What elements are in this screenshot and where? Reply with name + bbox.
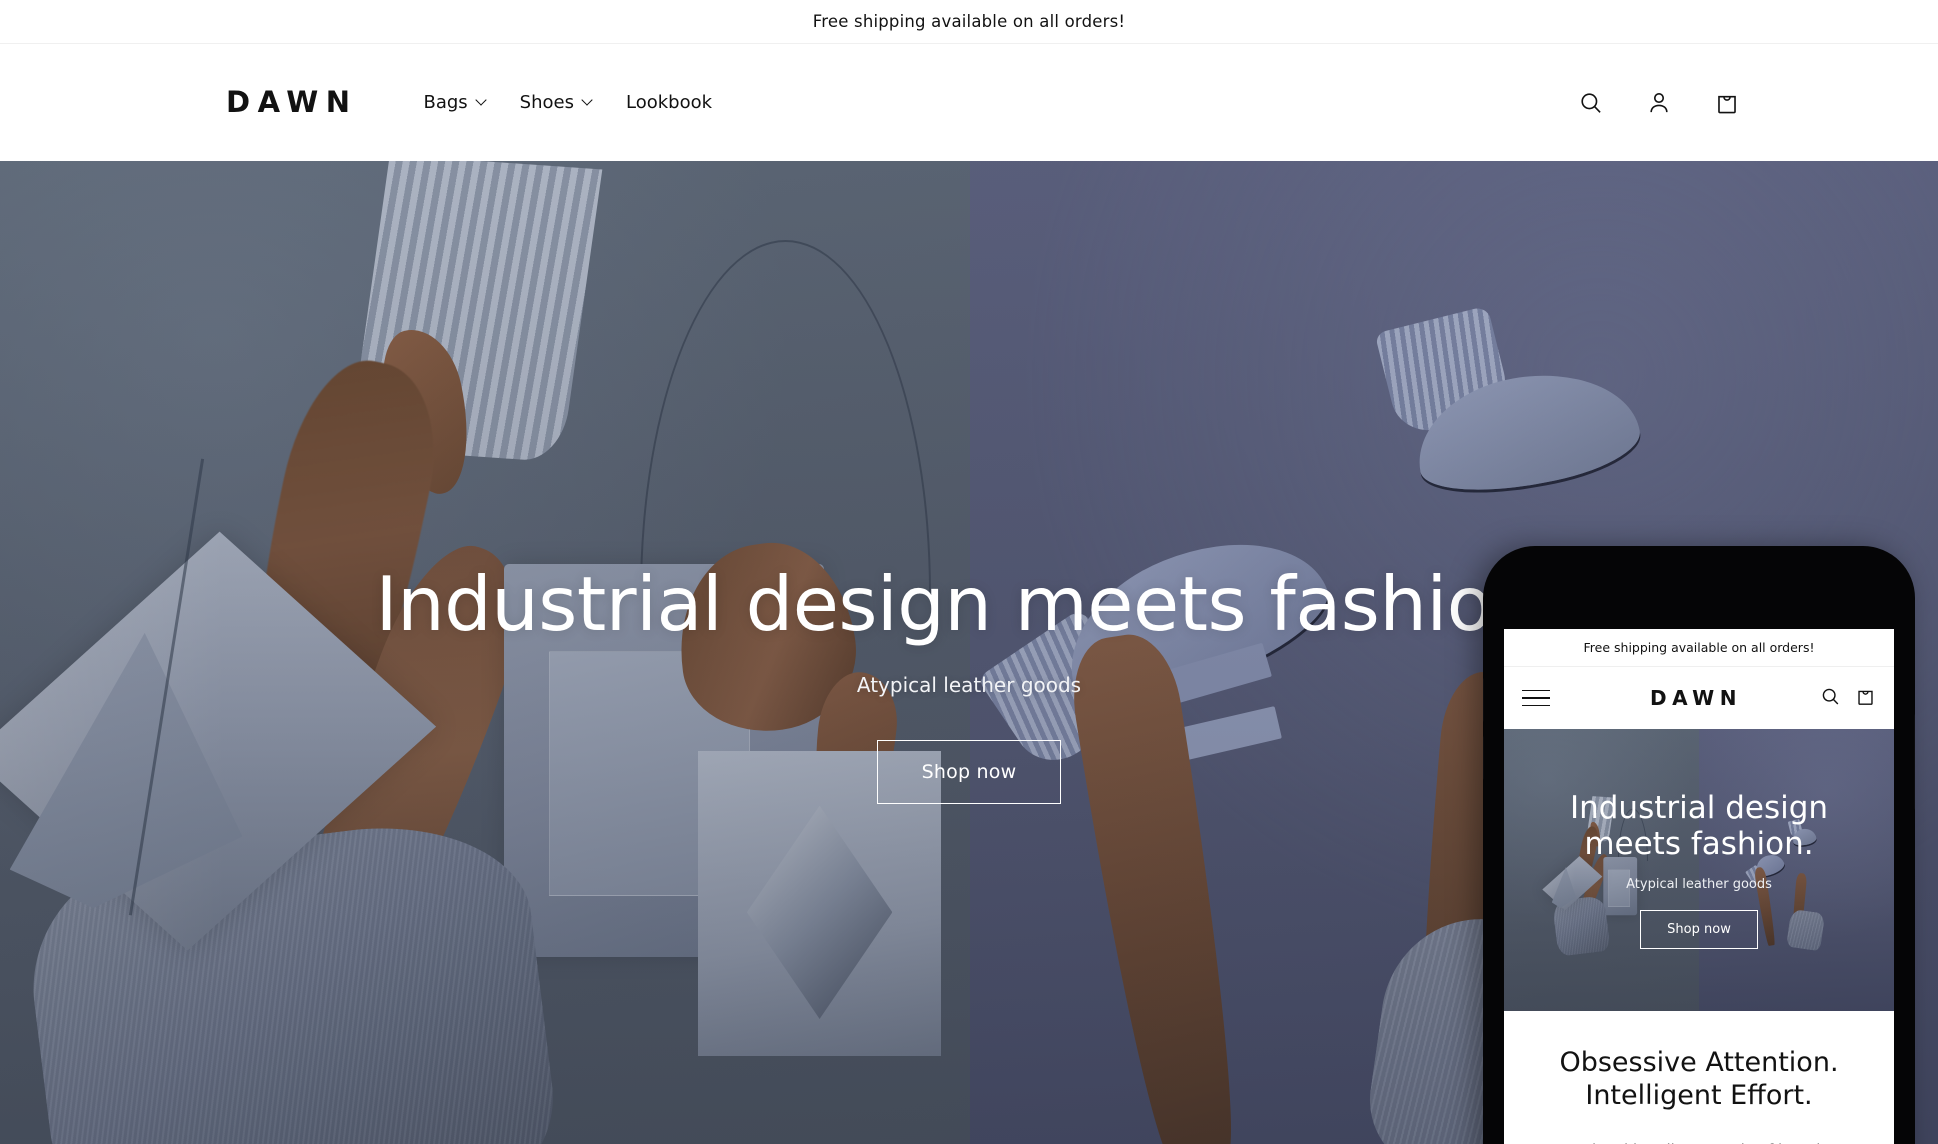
announcement-bar: Free shipping available on all orders! xyxy=(0,0,1938,44)
mobile-preview-mockup: Free shipping available on all orders! D… xyxy=(1483,546,1915,1144)
nav-item-label: Shoes xyxy=(519,92,574,113)
nav-item-label: Bags xyxy=(423,92,468,113)
phone-hero-title-line2: meets fashion. xyxy=(1584,826,1814,862)
phone-volume-down-button[interactable] xyxy=(1483,736,1484,780)
phone-hero-content: Industrial design meets fashion. Atypica… xyxy=(1504,729,1894,1011)
search-icon xyxy=(1822,688,1839,705)
chevron-down-icon xyxy=(583,95,594,106)
phone-announcement-bar: Free shipping available on all orders! xyxy=(1504,629,1894,667)
phone-site-logo[interactable]: DAWN xyxy=(1550,686,1820,710)
phone-rich-text-section: Obsessive Attention. Intelligent Effort.… xyxy=(1504,1011,1894,1144)
phone-section-body: Functional handbags made of luxurious xyxy=(1524,1139,1874,1144)
phone-volume-up-button[interactable] xyxy=(1483,678,1484,722)
phone-cart-button[interactable] xyxy=(1855,686,1876,711)
nav-item-lookbook[interactable]: Lookbook xyxy=(610,82,728,123)
site-logo[interactable]: DAWN xyxy=(226,88,357,117)
phone-hero-subtitle: Atypical leather goods xyxy=(1626,876,1772,892)
search-icon xyxy=(1581,92,1601,113)
account-icon xyxy=(1650,92,1668,112)
search-button[interactable] xyxy=(1564,76,1618,130)
phone-power-button[interactable] xyxy=(1914,714,1915,810)
chevron-down-icon xyxy=(477,95,488,106)
hamburger-menu-icon[interactable] xyxy=(1522,689,1550,707)
header-actions xyxy=(1564,76,1894,130)
phone-hero-title: Industrial design meets fashion. xyxy=(1569,790,1829,863)
phone-section-title: Obsessive Attention. Intelligent Effort. xyxy=(1524,1047,1874,1113)
hero-title: Industrial design meets fashion. xyxy=(375,559,1563,648)
nav-item-bags[interactable]: Bags xyxy=(407,82,503,123)
phone-hero-title-line1: Industrial design xyxy=(1569,790,1829,827)
cart-icon xyxy=(1858,690,1873,705)
hero-subtitle: Atypical leather goods xyxy=(856,673,1082,698)
nav-item-shoes[interactable]: Shoes xyxy=(504,82,610,123)
phone-section-title-line2: Intelligent Effort. xyxy=(1585,1079,1813,1111)
account-button[interactable] xyxy=(1632,76,1686,130)
cart-button[interactable] xyxy=(1700,76,1754,130)
phone-hero-banner: Industrial design meets fashion. Atypica… xyxy=(1504,729,1894,1011)
nav-item-label: Lookbook xyxy=(625,92,713,113)
phone-screen: Free shipping available on all orders! D… xyxy=(1504,629,1894,1144)
phone-header-actions xyxy=(1820,686,1876,711)
announcement-text: Free shipping available on all orders! xyxy=(812,12,1126,31)
phone-header: DAWN xyxy=(1504,667,1894,729)
phone-announcement-text: Free shipping available on all orders! xyxy=(1583,640,1815,655)
phone-section-title-line1: Obsessive Attention. xyxy=(1559,1047,1839,1078)
phone-shop-now-button[interactable]: Shop now xyxy=(1640,909,1758,949)
site-header: DAWN Bags Shoes Lookbook xyxy=(0,44,1938,161)
hero-shop-now-button[interactable]: Shop now xyxy=(876,740,1062,805)
main-navigation: Bags Shoes Lookbook xyxy=(407,82,728,123)
cart-icon xyxy=(1718,95,1736,113)
hero-banner: Industrial design meets fashion. Atypica… xyxy=(0,161,1938,1144)
phone-search-button[interactable] xyxy=(1820,686,1841,711)
